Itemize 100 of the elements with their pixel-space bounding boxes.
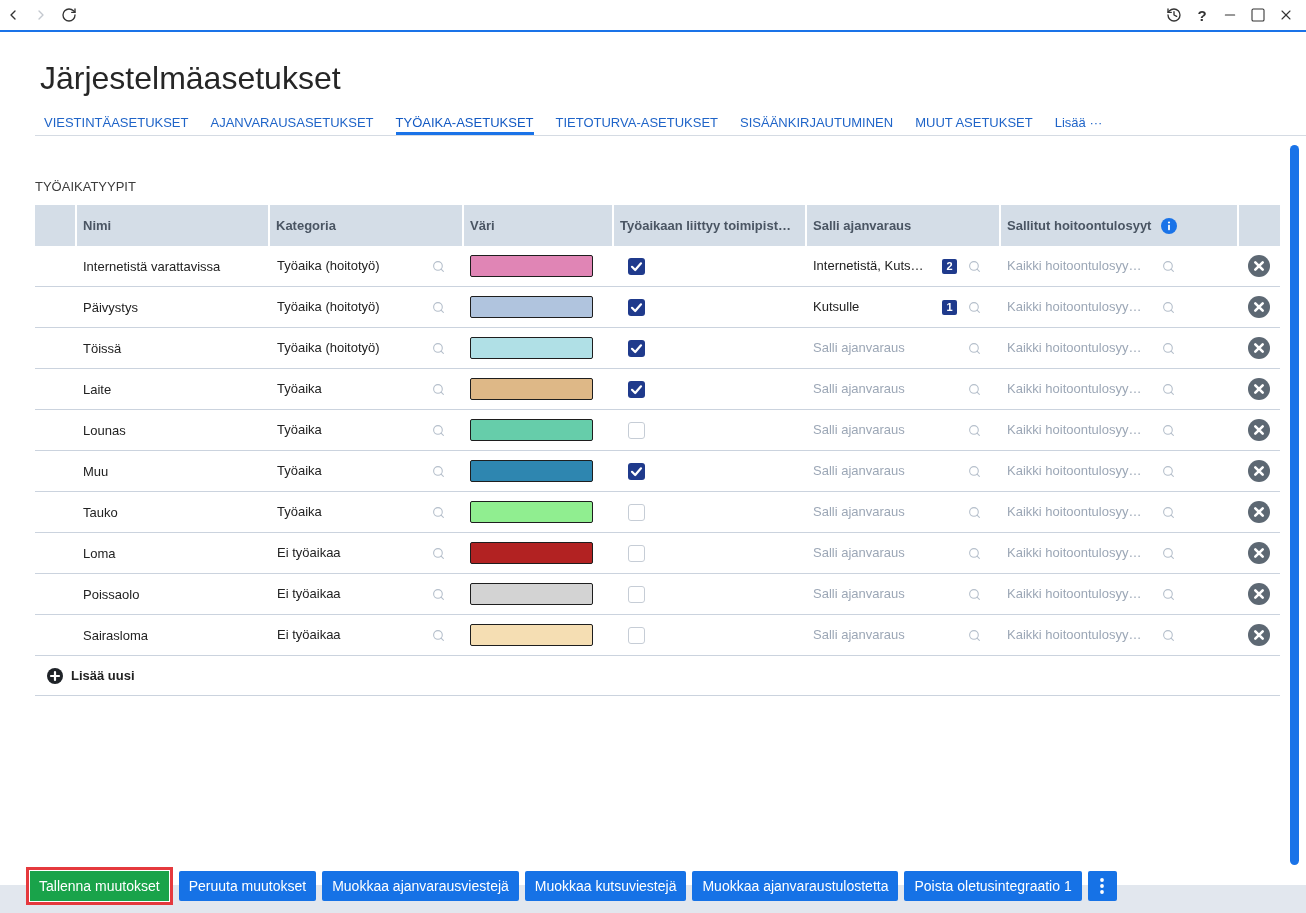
search-icon[interactable] (432, 300, 445, 314)
search-icon[interactable] (432, 505, 445, 519)
checkbox[interactable] (628, 626, 645, 644)
refresh-icon[interactable] (61, 7, 77, 23)
scrollbar[interactable] (1290, 145, 1299, 865)
x-circle-icon[interactable] (1247, 337, 1270, 359)
search-icon[interactable] (1162, 464, 1175, 478)
search-icon[interactable] (968, 300, 981, 314)
color-swatch[interactable] (470, 624, 593, 646)
checkbox[interactable] (628, 585, 645, 603)
x-circle-icon[interactable] (1247, 419, 1270, 441)
category-field[interactable]: Työaika (277, 462, 425, 480)
reasons-field[interactable]: Kaikki hoitoontulosyy… (1007, 462, 1150, 480)
category-field[interactable]: Ei työaikaa (277, 585, 425, 603)
search-icon[interactable] (968, 546, 981, 560)
color-swatch[interactable] (470, 583, 593, 605)
settings-tab[interactable]: TIETOTURVA-ASETUKSET (555, 109, 719, 135)
x-circle-icon[interactable] (1247, 542, 1270, 564)
checkbox[interactable] (628, 257, 645, 275)
reasons-field[interactable]: Kaikki hoitoontulosyy… (1007, 421, 1150, 439)
search-icon[interactable] (968, 423, 981, 437)
checkbox[interactable] (628, 462, 645, 480)
reasons-field[interactable]: Kaikki hoitoontulosyy… (1007, 503, 1150, 521)
checkbox[interactable] (628, 298, 645, 316)
search-icon[interactable] (1162, 382, 1175, 396)
booking-field[interactable]: Salli ajanvaraus (813, 380, 957, 398)
action-button[interactable]: Muokkaa ajanvaraustulostetta (692, 871, 899, 901)
category-field[interactable]: Työaika (277, 503, 425, 521)
category-field[interactable]: Työaika (277, 380, 425, 398)
search-icon[interactable] (1162, 341, 1175, 355)
x-circle-icon[interactable] (1247, 624, 1270, 646)
booking-field[interactable]: Salli ajanvaraus (813, 626, 957, 644)
search-icon[interactable] (1162, 546, 1175, 560)
x-circle-icon[interactable] (1247, 378, 1270, 400)
x-circle-icon[interactable] (1247, 255, 1270, 277)
category-field[interactable]: Työaika (277, 421, 425, 439)
search-icon[interactable] (1162, 628, 1175, 642)
reasons-field[interactable]: Kaikki hoitoontulosyy… (1007, 339, 1150, 357)
checkbox[interactable] (628, 421, 645, 439)
reasons-field[interactable]: Kaikki hoitoontulosyy… (1007, 626, 1150, 644)
more-actions-button[interactable] (1087, 871, 1117, 901)
color-swatch[interactable] (470, 460, 593, 482)
search-icon[interactable] (432, 587, 445, 601)
search-icon[interactable] (1162, 423, 1175, 437)
x-circle-icon[interactable] (1247, 296, 1270, 318)
booking-field[interactable]: Salli ajanvaraus (813, 462, 957, 480)
settings-tab[interactable]: TYÖAIKA-ASETUKSET (395, 109, 534, 135)
category-field[interactable]: Työaika (hoitotyö) (277, 298, 425, 316)
action-button[interactable]: Muokkaa kutsuviestejä (524, 871, 687, 901)
category-field[interactable]: Ei työaikaa (277, 544, 425, 562)
settings-tab[interactable]: MUUT ASETUKSET (915, 109, 1033, 135)
action-button[interactable]: Muokkaa ajanvarausviestejä (322, 871, 519, 901)
booking-field[interactable]: Salli ajanvaraus (813, 544, 957, 562)
reasons-field[interactable]: Kaikki hoitoontulosyy… (1007, 544, 1150, 562)
category-field[interactable]: Työaika (hoitotyö) (277, 339, 425, 357)
search-icon[interactable] (432, 341, 445, 355)
search-icon[interactable] (432, 464, 445, 478)
booking-field[interactable]: Salli ajanvaraus (813, 339, 957, 357)
color-swatch[interactable] (470, 501, 593, 523)
search-icon[interactable] (968, 464, 981, 478)
checkbox[interactable] (628, 380, 645, 398)
booking-field[interactable]: Internetistä, Kuts… (813, 257, 936, 275)
reasons-field[interactable]: Kaikki hoitoontulosyy… (1007, 585, 1150, 603)
action-button[interactable]: Peruuta muutokset (178, 871, 317, 901)
settings-tab[interactable]: AJANVARAUSASETUKSET (210, 109, 374, 135)
info-icon[interactable] (1161, 217, 1178, 234)
add-new-button[interactable]: Lisää uusi (47, 667, 135, 684)
reasons-field[interactable]: Kaikki hoitoontulosyy… (1007, 298, 1150, 316)
category-field[interactable]: Ei työaikaa (277, 626, 425, 644)
reasons-field[interactable]: Kaikki hoitoontulosyy… (1007, 257, 1150, 275)
settings-tab[interactable]: VIESTINTÄASETUKSET (44, 109, 189, 135)
x-circle-icon[interactable] (1247, 501, 1270, 523)
reasons-field[interactable]: Kaikki hoitoontulosyy… (1007, 380, 1150, 398)
history-icon[interactable] (1166, 7, 1182, 23)
search-icon[interactable] (968, 259, 981, 273)
search-icon[interactable] (1162, 505, 1175, 519)
search-icon[interactable] (432, 423, 445, 437)
booking-field[interactable]: Salli ajanvaraus (813, 421, 957, 439)
checkbox[interactable] (628, 503, 645, 521)
color-swatch[interactable] (470, 296, 593, 318)
checkbox[interactable] (628, 339, 645, 357)
x-circle-icon[interactable] (1247, 460, 1270, 482)
search-icon[interactable] (432, 546, 445, 560)
color-swatch[interactable] (470, 255, 593, 277)
search-icon[interactable] (1162, 259, 1175, 273)
category-field[interactable]: Työaika (hoitotyö) (277, 257, 425, 275)
booking-field[interactable]: Kutsulle (813, 298, 936, 316)
color-swatch[interactable] (470, 378, 593, 400)
search-icon[interactable] (1162, 587, 1175, 601)
search-icon[interactable] (968, 505, 981, 519)
x-circle-icon[interactable] (1247, 583, 1270, 605)
search-icon[interactable] (432, 259, 445, 273)
maximize-icon[interactable] (1250, 7, 1266, 23)
search-icon[interactable] (1162, 300, 1175, 314)
help-button[interactable]: ? (1194, 6, 1210, 24)
search-icon[interactable] (968, 587, 981, 601)
search-icon[interactable] (432, 628, 445, 642)
search-icon[interactable] (968, 382, 981, 396)
color-swatch[interactable] (470, 337, 593, 359)
search-icon[interactable] (968, 628, 981, 642)
